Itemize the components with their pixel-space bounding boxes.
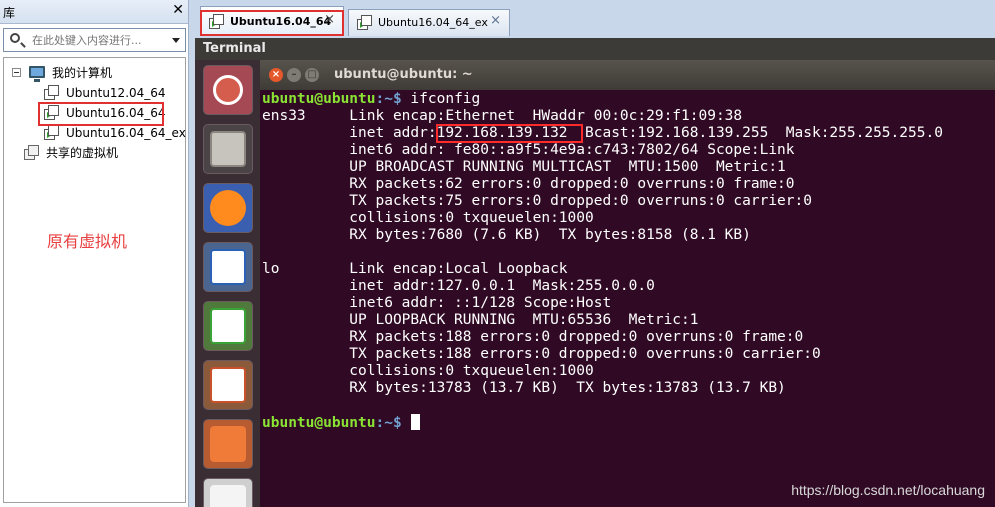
prompt-user: ubuntu@ubuntu <box>262 91 376 107</box>
vm-running-icon <box>357 15 373 31</box>
output-line: UP BROADCAST RUNNING MULTICAST MTU:1500 … <box>262 159 786 175</box>
tree-item-vm[interactable]: Ubuntu16.04_64_ex <box>44 124 186 142</box>
library-panel: 库 ✕ 我的计算机 Ubuntu12.04_64 Ubuntu16.04_64 … <box>0 0 189 507</box>
terminal-window: × – □ ubuntu@ubuntu: ~ ubuntu@ubuntu:~$ … <box>260 60 995 507</box>
ubuntu-dash-icon[interactable] <box>203 65 253 115</box>
terminal-title: ubuntu@ubuntu: ~ <box>334 67 473 82</box>
terminal-titlebar: × – □ ubuntu@ubuntu: ~ <box>260 60 995 90</box>
shared-vm-icon <box>24 145 40 161</box>
chevron-down-icon[interactable] <box>172 38 180 43</box>
output-line: RX packets:62 errors:0 dropped:0 overrun… <box>262 176 795 192</box>
software-center-icon[interactable] <box>203 419 253 469</box>
tree-item-shared-vms[interactable]: 共享的虚拟机 <box>24 144 164 162</box>
tree-label: 共享的虚拟机 <box>46 146 119 160</box>
prompt-line: ubuntu@ubuntu:~$ ifconfig <box>262 91 480 108</box>
ubuntu-top-panel: Terminal <box>195 38 995 60</box>
tree-label: Ubuntu16.04_64_ex <box>66 126 186 140</box>
tab-label: Ubuntu16.04_64_ex <box>378 16 488 29</box>
annotation-text: 原有虚拟机 <box>47 232 128 251</box>
tree-item-vm[interactable]: Ubuntu12.04_64 <box>44 84 184 102</box>
output-line: inet addr:127.0.0.1 Mask:255.0.0.0 <box>262 278 655 294</box>
output-line: RX bytes:7680 (7.6 KB) TX bytes:8158 (8.… <box>262 227 751 243</box>
terminal-scrollbar[interactable] <box>989 90 995 507</box>
output-line: inet6 addr: ::1/128 Scope:Host <box>262 295 612 311</box>
output-line: inet addr:192.168.139.132 Bcast:192.168.… <box>262 125 943 141</box>
library-header: 库 ✕ <box>0 0 188 24</box>
terminal-output[interactable]: ubuntu@ubuntu:~$ ifconfig ens33 Link enc… <box>260 90 995 507</box>
output-line: RX bytes:13783 (13.7 KB) TX bytes:13783 … <box>262 380 786 396</box>
watermark: https://blog.csdn.net/locahuang <box>791 482 985 498</box>
window-close-button[interactable]: × <box>269 68 283 82</box>
command-text: ifconfig <box>401 91 481 107</box>
window-minimize-button[interactable]: – <box>287 68 301 82</box>
library-close-button[interactable]: ✕ <box>172 2 184 18</box>
highlight-box <box>38 102 164 126</box>
output-line: collisions:0 txqueuelen:1000 <box>262 363 594 379</box>
library-title: 库 <box>3 6 16 20</box>
prompt-line: ubuntu@ubuntu:~$ <box>262 414 421 432</box>
output-line: lo Link encap:Local Loopback <box>262 261 568 277</box>
library-search-box[interactable] <box>3 28 186 52</box>
tree-label: 我的计算机 <box>52 66 113 80</box>
ip-highlight-box <box>436 124 583 143</box>
files-icon[interactable] <box>203 124 253 174</box>
output-line: UP LOOPBACK RUNNING MTU:65536 Metric:1 <box>262 312 699 328</box>
prompt-user: ubuntu@ubuntu <box>262 415 376 431</box>
tab-vm[interactable]: Ubuntu16.04_64_ex × <box>348 9 510 36</box>
output-line: collisions:0 txqueuelen:1000 <box>262 210 594 226</box>
library-search-input[interactable] <box>32 32 172 48</box>
writer-icon[interactable] <box>203 242 253 292</box>
window-maximize-button[interactable]: □ <box>305 68 319 82</box>
output-line: ens33 Link encap:Ethernet HWaddr 00:0c:2… <box>262 108 743 124</box>
firefox-icon[interactable] <box>203 183 253 233</box>
search-icon <box>10 33 20 43</box>
text-cursor <box>411 414 421 430</box>
vm-tab-bar: Ubuntu16.04_64 × Ubuntu16.04_64_ex × <box>195 6 995 38</box>
amazon-icon[interactable] <box>203 478 253 507</box>
highlight-box <box>200 10 344 36</box>
output-line: RX packets:188 errors:0 dropped:0 overru… <box>262 329 804 345</box>
output-line: TX packets:75 errors:0 dropped:0 overrun… <box>262 193 812 209</box>
computer-icon <box>29 66 45 82</box>
collapse-icon[interactable] <box>12 68 21 77</box>
calc-icon[interactable] <box>203 301 253 351</box>
vm-running-icon <box>44 125 60 141</box>
top-panel-title: Terminal <box>203 41 266 56</box>
impress-icon[interactable] <box>203 360 253 410</box>
tree-item-my-computer[interactable]: 我的计算机 <box>10 64 160 82</box>
tree-label: Ubuntu12.04_64 <box>66 86 166 100</box>
prompt-path: :~$ <box>375 415 402 431</box>
vm-icon <box>44 85 60 101</box>
tab-close-button[interactable]: × <box>490 13 501 28</box>
prompt-path: :~$ <box>375 91 402 107</box>
unity-launcher <box>195 60 260 507</box>
output-line: TX packets:188 errors:0 dropped:0 overru… <box>262 346 821 362</box>
output-line: inet6 addr: fe80::a9f5:4e9a:c743:7802/64… <box>262 142 795 158</box>
